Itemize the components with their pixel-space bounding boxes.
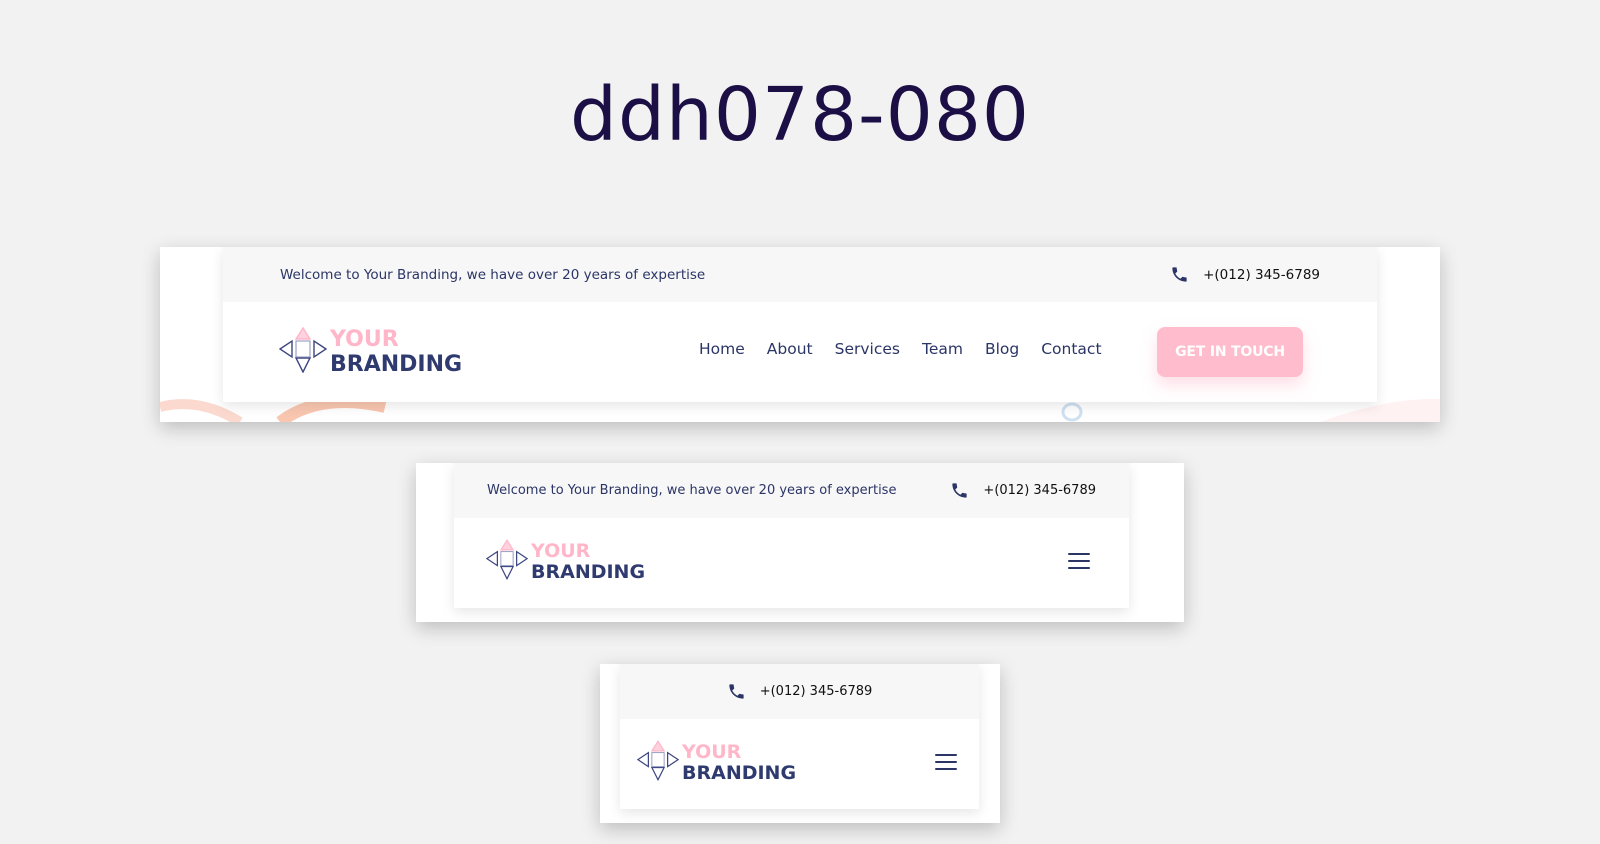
phone-number: +(012) 345-6789 xyxy=(1203,266,1320,283)
logo-text-your: YOUR xyxy=(682,740,742,763)
main-navigation: Home About Services Team Blog Contact xyxy=(677,340,1102,358)
phone-icon xyxy=(950,481,969,500)
get-in-touch-button[interactable]: GET IN TOUCH xyxy=(1157,327,1303,377)
tablet-header-container: Welcome to Your Branding, we have over 2… xyxy=(454,463,1129,608)
nav-item-home[interactable]: Home xyxy=(699,340,745,358)
logo-text-your: YOUR xyxy=(330,326,399,352)
phone-contact[interactable]: +(012) 345-6789 xyxy=(727,682,873,701)
diamond-arrows-logo-icon xyxy=(278,326,328,377)
tablet-top-bar: Welcome to Your Branding, we have over 2… xyxy=(454,463,1129,518)
mobile-top-bar: +(012) 345-6789 xyxy=(620,664,979,719)
logo-text-branding: BRANDING xyxy=(330,351,463,377)
nav-item-about[interactable]: About xyxy=(767,340,813,358)
diamond-arrows-logo-icon xyxy=(636,740,680,785)
nav-item-contact[interactable]: Contact xyxy=(1041,340,1101,358)
desktop-top-bar: Welcome to Your Branding, we have over 2… xyxy=(223,247,1377,302)
phone-number: +(012) 345-6789 xyxy=(759,684,873,699)
phone-contact[interactable]: +(012) 345-6789 xyxy=(1170,265,1320,284)
welcome-message: Welcome to Your Branding, we have over 2… xyxy=(280,266,706,283)
desktop-header-container: Welcome to Your Branding, we have over 2… xyxy=(223,247,1377,402)
diamond-arrows-logo-icon xyxy=(485,539,529,584)
brand-logo[interactable]: YOUR BRANDING xyxy=(278,326,463,377)
brand-logo[interactable]: YOUR BRANDING xyxy=(485,539,646,584)
nav-item-team[interactable]: Team xyxy=(922,340,963,358)
tablet-header-preview: Welcome to Your Branding, we have over 2… xyxy=(416,463,1184,622)
mobile-header-preview: +(012) 345-6789 YOUR BRANDING xyxy=(600,664,1000,823)
logo-text-branding: BRANDING xyxy=(682,761,797,784)
hamburger-menu-icon[interactable] xyxy=(935,754,957,770)
nav-item-services[interactable]: Services xyxy=(835,340,900,358)
brand-logo[interactable]: YOUR BRANDING xyxy=(636,740,797,785)
mobile-header-container: +(012) 345-6789 YOUR BRANDING xyxy=(620,664,979,809)
welcome-message: Welcome to Your Branding, we have over 2… xyxy=(487,483,897,498)
phone-number: +(012) 345-6789 xyxy=(983,483,1096,498)
logo-text-branding: BRANDING xyxy=(531,560,646,583)
hamburger-menu-icon[interactable] xyxy=(1068,553,1090,569)
page-title: ddh078-080 xyxy=(569,72,1031,158)
logo-text-your: YOUR xyxy=(531,539,591,562)
nav-item-blog[interactable]: Blog xyxy=(985,340,1019,358)
phone-contact[interactable]: +(012) 345-6789 xyxy=(950,481,1096,500)
desktop-header-preview: Welcome to Your Branding, we have over 2… xyxy=(160,247,1440,422)
phone-icon xyxy=(727,682,746,701)
phone-icon xyxy=(1170,265,1189,284)
